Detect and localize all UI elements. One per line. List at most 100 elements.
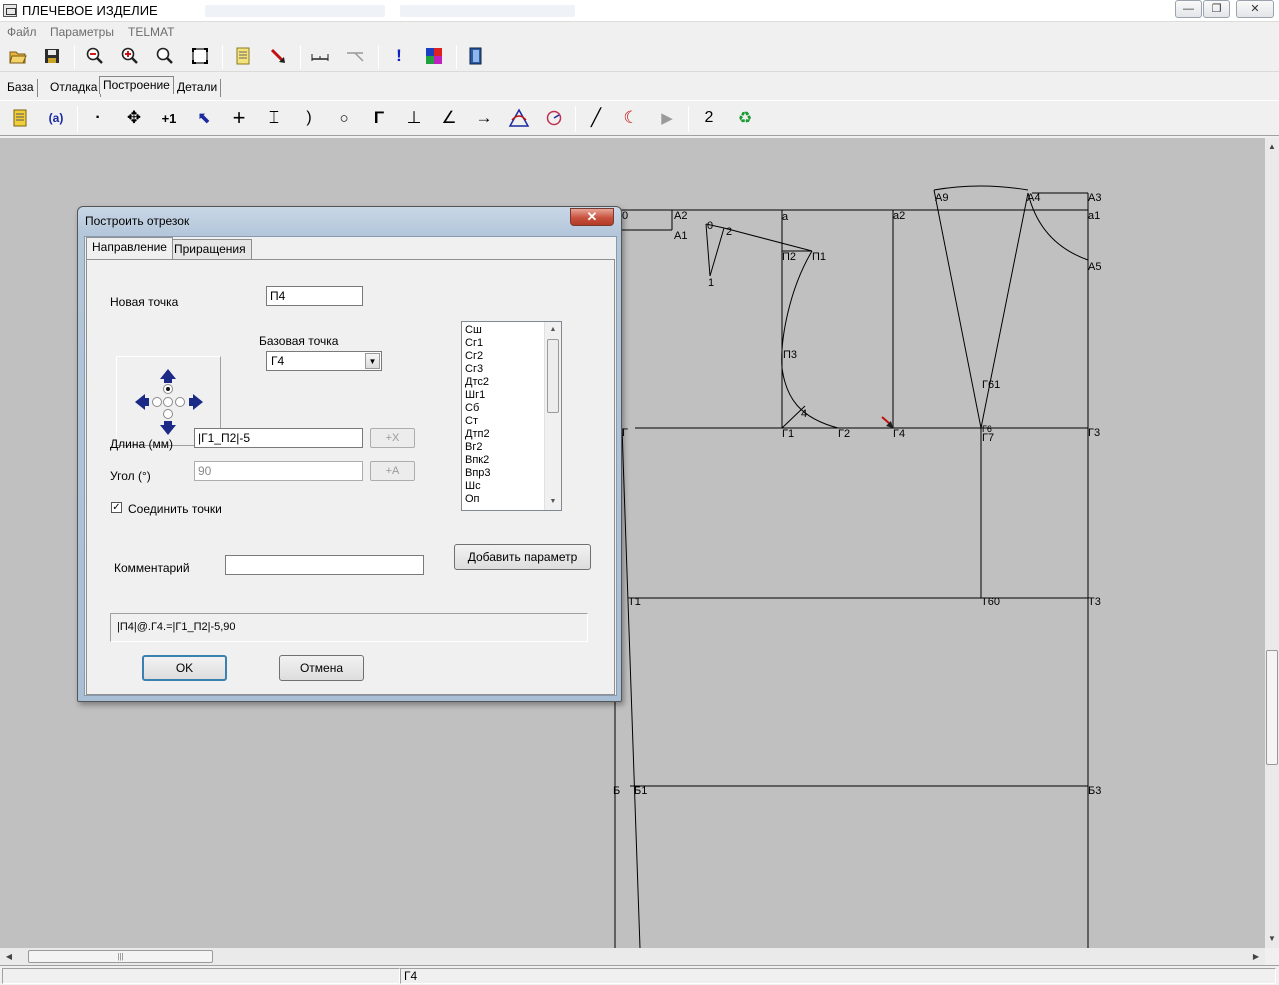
tab-increments[interactable]: Приращения <box>168 239 252 259</box>
direction-center-radio[interactable] <box>163 397 173 407</box>
list-item[interactable]: Сш <box>465 324 482 337</box>
direction-left-radio[interactable] <box>152 397 162 407</box>
restore-button[interactable]: ❐ <box>1203 0 1230 18</box>
list-item[interactable]: Сб <box>465 402 479 415</box>
measure-angle-button[interactable] <box>343 44 367 68</box>
exit-icon <box>469 47 482 65</box>
curve-icon: ☾ <box>623 108 639 127</box>
horizontal-scrollbar[interactable]: ◀ ||| ▶ <box>0 948 1265 965</box>
vertical-scrollbar[interactable]: ▲ ▼ <box>1265 138 1279 948</box>
tab-base[interactable]: База <box>4 79 38 97</box>
exit-button[interactable] <box>464 44 488 68</box>
play-button[interactable]: ▶ <box>655 106 679 130</box>
list-item[interactable]: Ст <box>465 415 478 428</box>
list-item[interactable]: Шг1 <box>465 389 485 402</box>
base-point-combo[interactable]: Г4 ▼ <box>266 351 382 371</box>
list-item[interactable]: Сг2 <box>465 350 483 363</box>
variable-button[interactable]: (a) <box>44 106 68 130</box>
perpendicular-button[interactable]: ⊥ <box>402 106 426 130</box>
list-item[interactable]: Вг2 <box>465 441 482 454</box>
measure-button[interactable] <box>308 44 332 68</box>
menu-parameters[interactable]: Параметры <box>50 25 114 39</box>
direction-right-radio[interactable] <box>175 397 185 407</box>
direction-up-radio[interactable] <box>163 384 173 394</box>
cancel-button[interactable]: Отмена <box>279 655 364 681</box>
fit-window-icon <box>192 48 208 64</box>
angle-field[interactable]: 90 <box>194 461 363 481</box>
toolbar-separator <box>300 45 301 69</box>
list-item[interactable]: Шс <box>465 480 481 493</box>
list-item[interactable]: Оп <box>465 493 480 506</box>
plus-one-button[interactable]: +1 <box>157 106 181 130</box>
dialog-close-button[interactable]: ✕ <box>570 208 614 226</box>
bisect-button[interactable]: ⌶ <box>262 106 286 130</box>
move-button[interactable]: ✥ <box>122 106 146 130</box>
point-label: Г7 <box>982 432 995 444</box>
list-item[interactable]: Сг3 <box>465 363 483 376</box>
select-button[interactable]: ⬉ <box>192 106 216 130</box>
parameters-list[interactable]: Сш Сг1 Сг2 Сг3 Дтс2 Шг1 Сб Ст Дтп2 Вг2 В… <box>461 321 562 511</box>
list-scrollbar[interactable]: ▲ ▼ <box>544 322 561 510</box>
zoom-in-button[interactable] <box>118 44 142 68</box>
tab-debug[interactable]: Отладка <box>47 79 102 97</box>
pointer-button[interactable] <box>266 44 290 68</box>
scroll-down-icon[interactable]: ▼ <box>1265 932 1279 946</box>
new-point-field[interactable]: П4 <box>266 286 363 306</box>
scroll-up-icon[interactable]: ▲ <box>545 322 561 338</box>
menu-file[interactable]: Файл <box>7 25 37 39</box>
angle-button[interactable]: ∠ <box>437 106 461 130</box>
base-point-label: Базовая точка <box>259 334 339 348</box>
alert-button[interactable]: ! <box>387 44 411 68</box>
curve-button[interactable]: ☾ <box>619 106 643 130</box>
document-button[interactable] <box>231 44 255 68</box>
tab-direction[interactable]: Направление <box>86 237 173 259</box>
tab-details[interactable]: Детали <box>174 79 222 97</box>
circle-point-button[interactable]: ○ <box>332 106 356 130</box>
add-angle-button[interactable]: +A <box>370 461 415 481</box>
list-item[interactable]: Сг1 <box>465 337 483 350</box>
menu-telmat[interactable]: TELMAT <box>128 25 174 39</box>
list-item[interactable]: Впк2 <box>465 454 489 467</box>
comment-field[interactable] <box>225 555 424 575</box>
close-window-button[interactable]: ✕ <box>1236 0 1274 18</box>
measure-angle-icon <box>347 52 364 62</box>
triangle-curve-button[interactable] <box>507 106 531 130</box>
number-two-button[interactable]: 2 <box>697 106 721 130</box>
scroll-right-icon[interactable]: ▶ <box>1249 948 1263 965</box>
point-button[interactable]: · <box>86 106 110 130</box>
minimize-button[interactable]: — <box>1175 0 1202 18</box>
scroll-left-icon[interactable]: ◀ <box>2 948 16 965</box>
palette-button[interactable] <box>422 44 446 68</box>
cross-button[interactable]: + <box>227 105 251 130</box>
chevron-down-icon[interactable]: ▼ <box>365 353 380 369</box>
horizontal-scroll-thumb[interactable]: ||| <box>28 950 213 963</box>
measure-icon <box>311 54 329 61</box>
list-item[interactable]: Дтс2 <box>465 376 489 389</box>
fit-window-button[interactable] <box>188 44 212 68</box>
list-item[interactable]: Впр3 <box>465 467 491 480</box>
add-x-button[interactable]: +X <box>370 428 415 448</box>
zoom-button[interactable] <box>153 44 177 68</box>
scroll-up-icon[interactable]: ▲ <box>1265 140 1279 154</box>
direction-down-radio[interactable] <box>163 409 173 419</box>
connect-points-checkbox[interactable]: ✓ <box>111 502 122 513</box>
add-parameter-button[interactable]: Добавить параметр <box>454 544 591 570</box>
save-button[interactable] <box>40 44 64 68</box>
notes-button[interactable] <box>8 106 32 130</box>
recycle-button[interactable]: ♻ <box>733 106 757 130</box>
length-field[interactable]: |Г1_П2|-5 <box>194 428 363 448</box>
arc-point-button[interactable]: ) <box>297 106 321 130</box>
corner-button[interactable]: Γ <box>367 106 391 130</box>
list-scroll-thumb[interactable] <box>547 339 559 413</box>
zoom-out-button[interactable] <box>83 44 107 68</box>
scroll-down-icon[interactable]: ▼ <box>545 494 561 510</box>
main-tabs: База Отладка Построение Детали <box>0 76 1279 97</box>
list-item[interactable]: Дтп2 <box>465 428 490 441</box>
vertical-scroll-thumb[interactable] <box>1266 650 1278 765</box>
tab-build[interactable]: Построение <box>99 76 174 94</box>
circle-curve-button[interactable] <box>542 106 566 130</box>
line-button[interactable]: ╱ <box>584 106 608 130</box>
ok-button[interactable]: OK <box>142 655 227 681</box>
open-button[interactable] <box>6 44 30 68</box>
direction-button[interactable]: → <box>472 106 496 130</box>
